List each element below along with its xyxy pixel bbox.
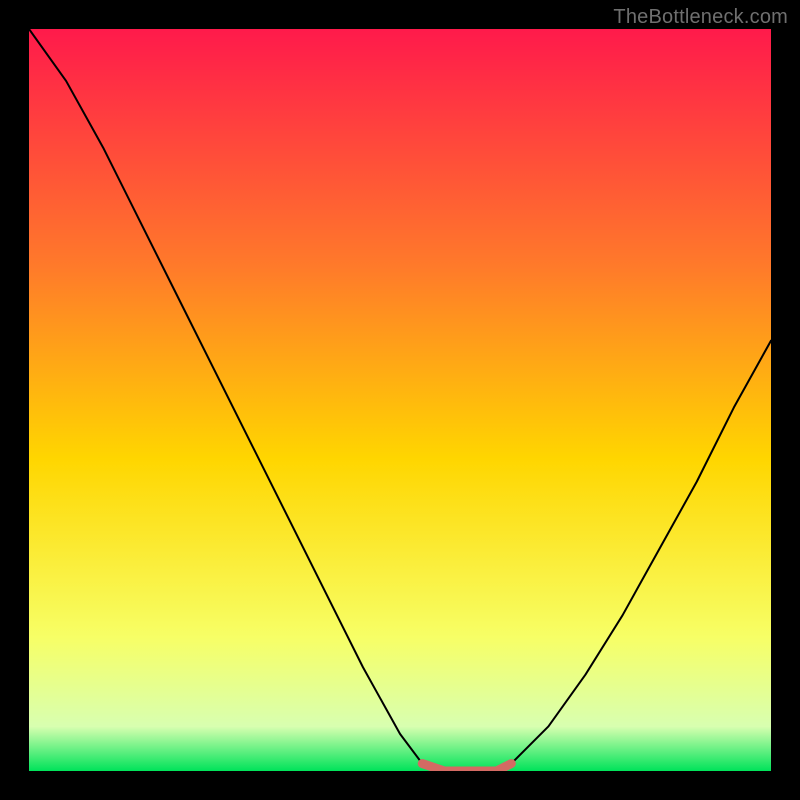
chart-frame: TheBottleneck.com xyxy=(0,0,800,800)
gradient-background xyxy=(29,29,771,771)
chart-svg xyxy=(29,29,771,771)
attribution-text: TheBottleneck.com xyxy=(613,6,788,29)
plot-area xyxy=(29,29,771,771)
